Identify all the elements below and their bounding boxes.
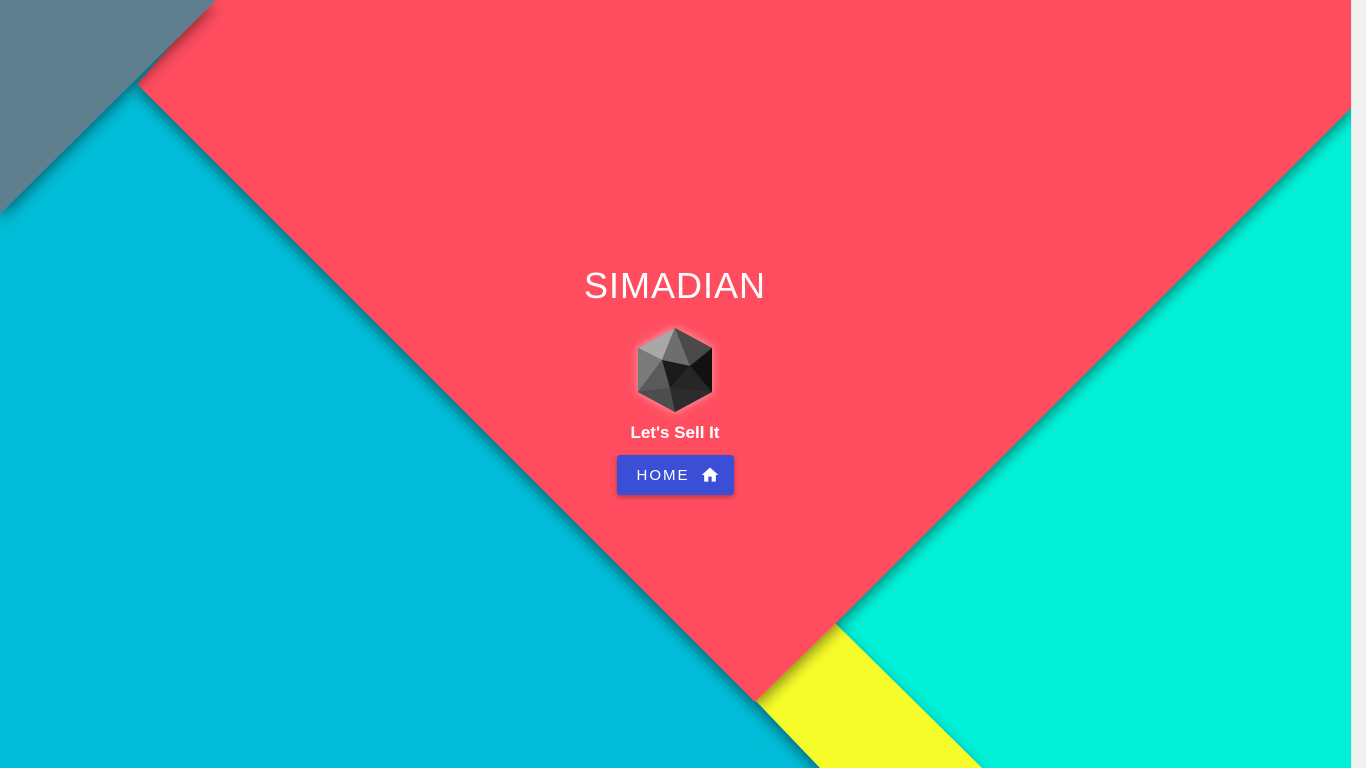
hero-section: SIMADIAN Let's Sell It HOME [575, 262, 775, 495]
brand-title: SIMADIAN [583, 265, 767, 306]
scrollbar[interactable] [1351, 0, 1366, 768]
tagline: Let's Sell It [630, 423, 720, 442]
home-button-label: HOME [636, 466, 690, 484]
home-button[interactable]: HOME [616, 455, 734, 495]
home-icon [700, 465, 720, 485]
page: SIMADIAN Let's Sell It HOME [0, 0, 1366, 768]
icosahedron-logo-icon [638, 328, 712, 412]
